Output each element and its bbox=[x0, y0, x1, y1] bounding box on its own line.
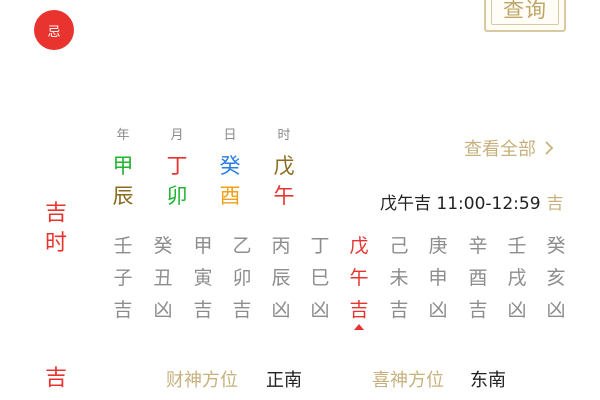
hour-luck: 凶 bbox=[271, 299, 291, 321]
hour-stem: 庚 bbox=[428, 235, 448, 257]
hour-luck: 凶 bbox=[507, 299, 527, 321]
hour-column[interactable]: 丙 辰 凶 bbox=[266, 230, 296, 326]
hour-branch: 巳 bbox=[310, 267, 330, 289]
hour-luck: 吉 bbox=[232, 299, 252, 321]
hour-stem: 壬 bbox=[507, 235, 527, 257]
hour-branch: 丑 bbox=[153, 267, 173, 289]
joy-direction-title: 喜神方位 bbox=[372, 370, 444, 391]
hour-column[interactable]: 壬 子 吉 bbox=[108, 230, 138, 326]
hour-branch: 子 bbox=[113, 267, 133, 289]
hour-stem: 壬 bbox=[113, 235, 133, 257]
hour-column[interactable]: 甲 寅 吉 bbox=[188, 230, 218, 326]
pillar-branch: 午 bbox=[273, 184, 295, 208]
hour-branch: 寅 bbox=[193, 267, 213, 289]
hour-column[interactable]: 癸 丑 凶 bbox=[148, 230, 178, 326]
hour-column[interactable]: 辛 酉 吉 bbox=[463, 230, 493, 326]
hour-column-active[interactable]: 戊 午 吉 bbox=[344, 230, 374, 330]
pillar-stem: 丁 bbox=[166, 154, 188, 178]
hour-branch: 亥 bbox=[546, 267, 566, 289]
pillar-stem: 癸 bbox=[219, 154, 241, 178]
current-hour-info: 戊午吉 11:00-12:59 吉 bbox=[380, 189, 564, 214]
hour-luck: 吉 bbox=[193, 299, 213, 321]
pillar-hour: 时 戊 午 bbox=[269, 127, 299, 211]
hour-stem: 乙 bbox=[232, 235, 252, 257]
pillar-branch: 辰 bbox=[112, 184, 134, 208]
pillar-label: 日 bbox=[223, 128, 237, 143]
avoid-badge[interactable]: 忌 bbox=[34, 10, 74, 50]
pillar-label: 年 bbox=[116, 128, 130, 143]
hour-luck: 吉 bbox=[113, 299, 133, 321]
section-label-bottom: 吉 bbox=[44, 366, 67, 391]
hour-luck: 凶 bbox=[428, 299, 448, 321]
pillar-branch: 卯 bbox=[166, 184, 188, 208]
hour-luck: 吉 bbox=[389, 299, 409, 321]
pillar-year: 年 甲 辰 bbox=[108, 127, 138, 211]
pillar-branch: 酉 bbox=[219, 184, 241, 208]
hour-stem: 丁 bbox=[310, 235, 330, 257]
wealth-direction-title: 财神方位 bbox=[166, 370, 238, 391]
pillar-label: 时 bbox=[277, 128, 291, 143]
hour-branch: 未 bbox=[389, 267, 409, 289]
pillar-month: 月 丁 卯 bbox=[162, 127, 192, 211]
pillar-stem: 甲 bbox=[112, 154, 134, 178]
hour-luck: 吉 bbox=[349, 299, 369, 321]
view-all-label: 查看全部 bbox=[464, 139, 536, 160]
hour-branch: 卯 bbox=[232, 267, 252, 289]
hour-stem: 辛 bbox=[468, 235, 488, 257]
query-button[interactable]: 查询 bbox=[484, 0, 566, 32]
pillar-day: 日 癸 酉 bbox=[215, 127, 245, 211]
hour-luck: 凶 bbox=[310, 299, 330, 321]
hour-luck: 凶 bbox=[546, 299, 566, 321]
section-label-shi: 时 bbox=[44, 231, 67, 256]
hour-branch: 辰 bbox=[271, 267, 291, 289]
hour-branch: 申 bbox=[428, 267, 448, 289]
hour-column[interactable]: 癸 亥 凶 bbox=[541, 230, 571, 326]
hour-branch: 酉 bbox=[468, 267, 488, 289]
hour-column[interactable]: 乙 卯 吉 bbox=[227, 230, 257, 326]
hour-stem: 丙 bbox=[271, 235, 291, 257]
hour-column[interactable]: 庚 申 凶 bbox=[423, 230, 453, 326]
hour-stem: 癸 bbox=[546, 235, 566, 257]
current-hour-text: 戊午吉 11:00-12:59 bbox=[380, 194, 541, 214]
hour-stem: 己 bbox=[389, 235, 409, 257]
wealth-direction-value: 正南 bbox=[266, 370, 302, 391]
hour-stem: 戊 bbox=[349, 235, 369, 257]
hour-luck: 凶 bbox=[153, 299, 173, 321]
query-button-label: 查询 bbox=[503, 0, 547, 22]
section-label-ji: 吉 bbox=[44, 201, 67, 226]
pillar-stem: 戊 bbox=[273, 154, 295, 178]
hour-column[interactable]: 壬 戌 凶 bbox=[502, 230, 532, 326]
hour-stem: 甲 bbox=[193, 235, 213, 257]
hour-luck: 吉 bbox=[468, 299, 488, 321]
pillar-label: 月 bbox=[170, 128, 184, 143]
hour-stem: 癸 bbox=[153, 235, 173, 257]
view-all-link[interactable]: 查看全部 bbox=[464, 135, 558, 161]
hour-column[interactable]: 己 未 吉 bbox=[384, 230, 414, 326]
current-hour-luck: 吉 bbox=[546, 194, 564, 214]
hour-column[interactable]: 丁 巳 凶 bbox=[305, 230, 335, 326]
chevron-right-icon bbox=[545, 141, 554, 155]
hour-branch: 午 bbox=[349, 267, 369, 289]
hour-branch: 戌 bbox=[507, 267, 527, 289]
joy-direction-value: 东南 bbox=[470, 370, 506, 391]
